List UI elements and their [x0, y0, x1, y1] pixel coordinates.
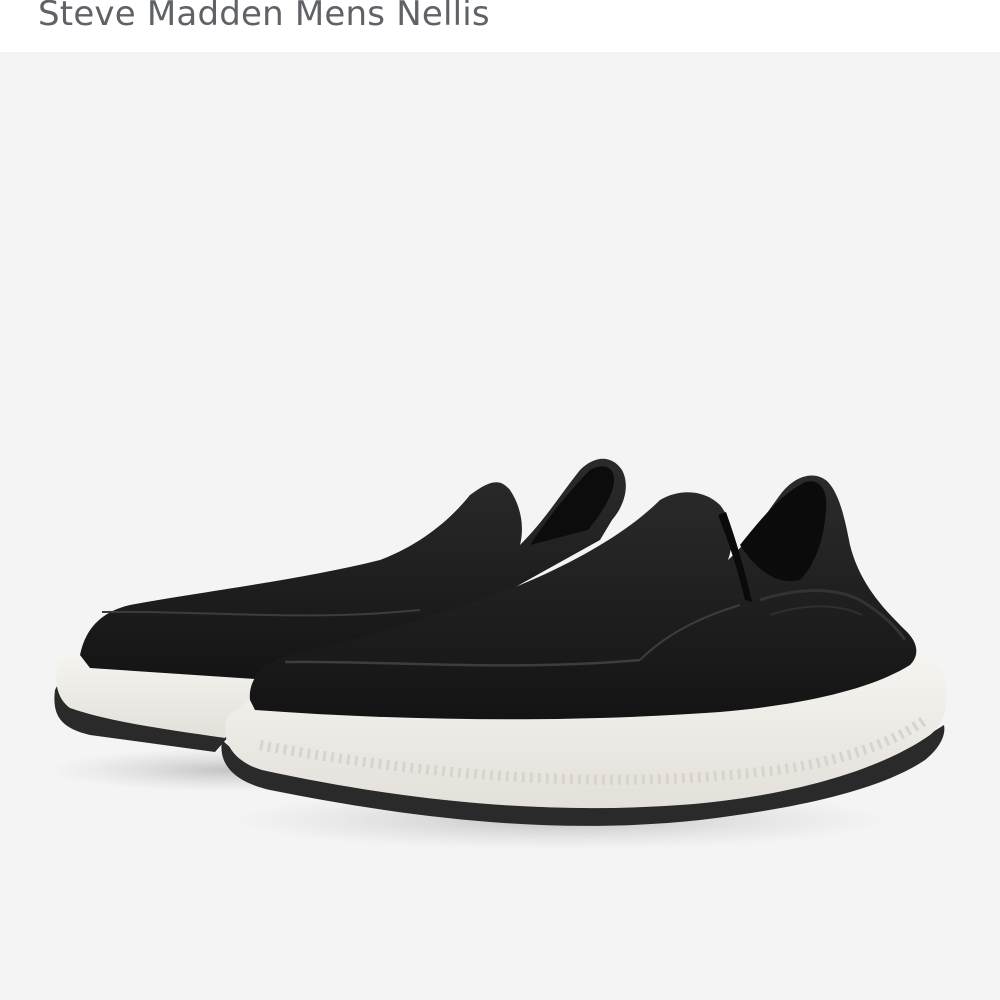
product-title: Steve Madden Mens Nellis	[38, 0, 490, 34]
product-image[interactable]	[0, 52, 1000, 1000]
shoe-illustration	[50, 458, 947, 850]
title-bar: Steve Madden Mens Nellis	[0, 0, 1000, 52]
product-page: Steve Madden Mens Nellis	[0, 0, 1000, 1000]
product-image-panel	[0, 52, 1000, 1000]
